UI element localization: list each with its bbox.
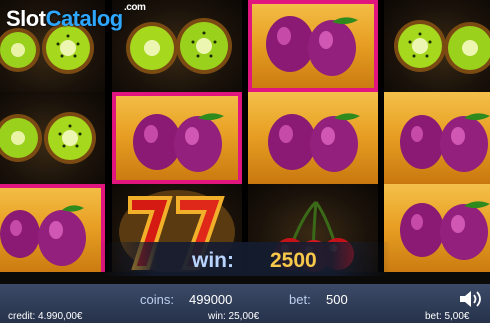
symbol-kiwi xyxy=(0,92,105,184)
slotcatalog-logo: SlotCatalog .com xyxy=(6,2,146,32)
logo-com-text: .com xyxy=(124,2,146,13)
symbol-plum-highlighted xyxy=(112,92,242,184)
bet-value[interactable]: 500 xyxy=(326,292,348,307)
win-banner: win: 2500 xyxy=(100,242,390,276)
speaker-icon[interactable] xyxy=(458,289,482,309)
symbol-plum-highlighted xyxy=(248,0,378,92)
credit-amount: credit: 4.990,00€ xyxy=(8,311,83,322)
symbol-plum xyxy=(384,92,490,184)
symbol-kiwi xyxy=(112,0,242,92)
win-label: win: xyxy=(192,249,234,272)
logo-catalog-text: Catalog xyxy=(45,6,124,31)
symbol-kiwi xyxy=(384,0,490,92)
coins-label: coins: xyxy=(140,292,174,307)
symbol-plum-highlighted xyxy=(0,184,105,272)
bottom-bar: coins: 499000 bet: 500 credit: 4.990,00€… xyxy=(0,284,490,323)
reels-area xyxy=(0,0,490,272)
win-value: 2500 xyxy=(270,249,317,272)
bet-label: bet: xyxy=(289,292,311,307)
symbol-plum xyxy=(384,184,490,272)
win-amount: win: 25,00€ xyxy=(208,311,260,322)
coins-value[interactable]: 499000 xyxy=(189,292,232,307)
symbol-plum xyxy=(248,92,378,184)
bet-amount: bet: 5,00€ xyxy=(425,311,470,322)
logo-slot-text: Slot xyxy=(6,6,46,31)
